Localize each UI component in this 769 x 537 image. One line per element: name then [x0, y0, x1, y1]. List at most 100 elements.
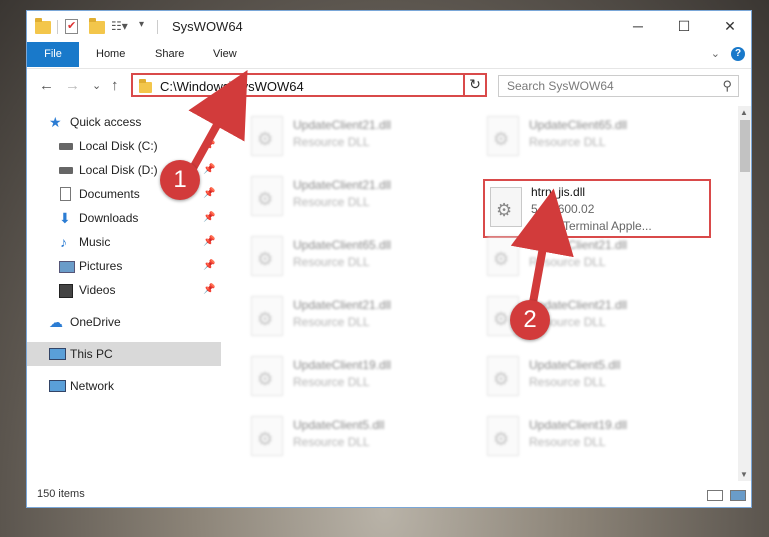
list-item[interactable]: ⚙ UpdateClient21.dll Resource DLL: [243, 108, 473, 168]
drive-icon: [59, 143, 73, 150]
file-list: ⚙ UpdateClient21.dll Resource DLL ⚙ Upda…: [221, 106, 738, 481]
vertical-scrollbar[interactable]: ▲ ▼: [738, 106, 751, 481]
scroll-up-icon[interactable]: ▲: [740, 108, 748, 117]
dll-file-icon: ⚙: [251, 176, 283, 216]
file-name: UpdateClient21.dll: [529, 238, 628, 252]
new-folder-icon[interactable]: [89, 18, 105, 35]
search-icon[interactable]: ⚲: [722, 78, 732, 94]
pin-icon[interactable]: 📌: [203, 278, 215, 302]
sidebar-item-this-pc[interactable]: This PC: [27, 342, 221, 366]
sidebar-item-music[interactable]: ♪ Music 📌: [27, 230, 221, 254]
file-name: UpdateClient19.dll: [293, 358, 392, 372]
list-item[interactable]: ⚙ UpdateClient21.dll Resource DLL: [243, 288, 473, 348]
file-type: Resource DLL: [293, 375, 370, 389]
list-item[interactable]: ⚙ UpdateClient19.dll Resource DLL: [243, 348, 473, 408]
callout-step-1: 1: [160, 160, 200, 200]
details-view-icon[interactable]: [707, 490, 723, 501]
address-bar[interactable]: C:\Windows\SysWOW64 ⌄: [131, 73, 485, 97]
ribbon-right-controls: ⌄ ?: [711, 47, 745, 62]
sidebar-item-pictures[interactable]: Pictures 📌: [27, 254, 221, 278]
sidebar-item-local-disk-c[interactable]: Local Disk (C:) 📌: [27, 134, 221, 158]
forward-button[interactable]: →: [65, 77, 80, 94]
download-icon: ⬇: [59, 210, 71, 226]
quick-access-dropdown-icon[interactable]: ▾: [139, 19, 155, 35]
file-type: Resource DLL: [293, 255, 370, 269]
list-item[interactable]: ⚙ UpdateClient21.dll Resource DLL: [243, 168, 473, 228]
back-button[interactable]: ←: [39, 77, 54, 94]
recent-locations-button[interactable]: ⌄: [92, 79, 101, 92]
tab-share[interactable]: Share: [155, 42, 184, 67]
list-item[interactable]: ⚙ UpdateClient21.dll Resource DLL: [479, 228, 709, 288]
star-icon: ★: [49, 114, 62, 130]
dll-file-icon: ⚙: [490, 187, 522, 227]
dll-file-icon: ⚙: [251, 416, 283, 456]
address-path[interactable]: C:\Windows\SysWOW64: [160, 79, 304, 94]
network-icon: [49, 380, 66, 392]
sidebar-item-label: Music: [79, 235, 111, 249]
sidebar-item-label: Local Disk (C:): [79, 139, 158, 153]
sidebar-item-label: Documents: [79, 187, 140, 201]
cloud-icon: ☁: [49, 314, 63, 330]
sidebar-item-videos[interactable]: Videos 📌: [27, 278, 221, 302]
file-name: UpdateClient21.dll: [293, 178, 392, 192]
minimize-button[interactable]: ─: [615, 11, 661, 42]
help-icon[interactable]: ?: [731, 47, 745, 62]
maximize-button[interactable]: ☐: [661, 11, 707, 42]
folder-icon: [35, 18, 51, 35]
list-item[interactable]: ⚙ UpdateClient5.dll Resource DLL: [479, 348, 709, 408]
file-name: UpdateClient65.dll: [293, 238, 392, 252]
dll-file-icon: ⚙: [251, 296, 283, 336]
sidebar-item-downloads[interactable]: ⬇ Downloads 📌: [27, 206, 221, 230]
search-placeholder: Search SysWOW64: [507, 79, 614, 93]
file-name: UpdateClient21.dll: [293, 118, 392, 132]
explorer-window: ☷▾ ▾ SysWOW64 ─ ☐ ✕ File Home Share View…: [26, 10, 752, 508]
item-count: 150 items: [37, 488, 85, 500]
sidebar-item-network[interactable]: Network: [27, 374, 221, 398]
list-item[interactable]: ⚙ UpdateClient65.dll Resource DLL: [479, 108, 709, 168]
tab-view[interactable]: View: [213, 42, 237, 67]
separator: [157, 20, 158, 34]
tab-file[interactable]: File: [27, 42, 79, 67]
up-button[interactable]: ↑: [111, 77, 119, 94]
scroll-down-icon[interactable]: ▼: [740, 470, 748, 479]
close-button[interactable]: ✕: [707, 11, 751, 42]
refresh-icon: ↻: [469, 76, 481, 92]
sidebar-item-label: Local Disk (D:): [79, 163, 158, 177]
dll-file-icon: ⚙: [251, 116, 283, 156]
pin-icon[interactable]: 📌: [203, 206, 215, 230]
list-item[interactable]: ⚙ UpdateClient5.dll Resource DLL: [243, 408, 473, 468]
file-type: Resource DLL: [529, 435, 606, 449]
sidebar-item-label: This PC: [70, 347, 113, 361]
file-name: UpdateClient65.dll: [529, 118, 628, 132]
pin-icon[interactable]: 📌: [203, 182, 215, 206]
file-type: Resource DLL: [293, 195, 370, 209]
dll-file-icon: ⚙: [251, 236, 283, 276]
pin-icon[interactable]: 📌: [203, 254, 215, 278]
tab-home[interactable]: Home: [96, 42, 125, 67]
folder-icon: [139, 79, 152, 93]
sidebar-item-onedrive[interactable]: ☁ OneDrive: [27, 310, 221, 334]
sidebar-item-label: OneDrive: [70, 315, 121, 329]
pictures-icon: [59, 261, 75, 273]
documents-icon: [60, 187, 71, 201]
file-type: Resource DLL: [529, 255, 606, 269]
scrollbar-thumb[interactable]: [740, 120, 750, 172]
list-item[interactable]: ⚙ UpdateClient65.dll Resource DLL: [243, 228, 473, 288]
file-name: UpdateClient21.dll: [293, 298, 392, 312]
large-icons-view-icon[interactable]: [730, 490, 746, 501]
refresh-button[interactable]: ↻: [463, 73, 487, 97]
pin-icon[interactable]: 📌: [203, 230, 215, 254]
properties-icon[interactable]: [65, 19, 81, 35]
file-version: 5.1.2600.02: [531, 202, 595, 216]
navigation-pane: ★ Quick access Local Disk (C:) 📌 Local D…: [27, 106, 221, 481]
pin-icon[interactable]: 📌: [203, 134, 215, 158]
sidebar-item-quick-access[interactable]: ★ Quick access: [27, 110, 221, 134]
file-name: UpdateClient5.dll: [293, 418, 385, 432]
file-name: htrn_jis.dll: [531, 185, 586, 199]
window-title: SysWOW64: [172, 19, 243, 34]
list-item[interactable]: ⚙ UpdateClient19.dll Resource DLL: [479, 408, 709, 468]
pin-icon[interactable]: 📌: [203, 158, 215, 182]
search-input[interactable]: Search SysWOW64 ⚲: [498, 75, 739, 97]
customize-toolbar-icon[interactable]: ☷▾: [111, 19, 128, 35]
expand-ribbon-icon[interactable]: ⌄: [711, 48, 720, 60]
